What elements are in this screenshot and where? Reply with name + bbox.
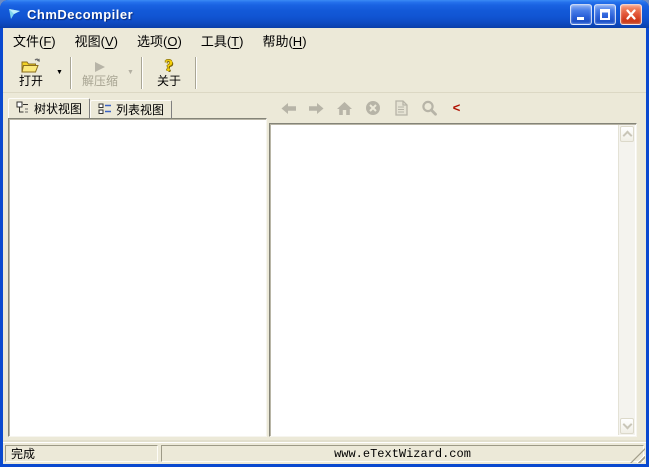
tree-view-icon bbox=[16, 101, 30, 117]
forward-icon bbox=[308, 100, 325, 116]
content-area: 树状视图 列表视图 < bbox=[3, 93, 646, 442]
status-website-cell: www.eTextWizard.com bbox=[161, 445, 644, 462]
window-title: ChmDecompiler bbox=[27, 7, 570, 22]
client-area: 文件(F) 视图(V) 选项(O) 工具(T)帮助(H) 打开 ▼ bbox=[3, 28, 646, 464]
maximize-icon bbox=[598, 8, 612, 21]
close-button[interactable] bbox=[620, 4, 642, 25]
menubar: 文件(F) 视图(V) 选项(O) 工具(T)帮助(H) bbox=[3, 28, 646, 53]
home-icon bbox=[336, 100, 353, 116]
minimize-button[interactable] bbox=[570, 4, 592, 25]
extract-button: 解压缩 bbox=[76, 54, 124, 91]
open-button[interactable]: 打开 bbox=[9, 54, 53, 91]
toolbar-separator bbox=[141, 57, 143, 89]
help-question-icon: ? bbox=[165, 56, 174, 74]
close-icon bbox=[624, 8, 638, 21]
window-controls bbox=[570, 4, 642, 25]
open-folder-icon bbox=[20, 56, 42, 74]
browser-view-panel[interactable] bbox=[269, 123, 637, 437]
about-button-label: 关于 bbox=[157, 74, 181, 88]
sync-toc-icon[interactable]: < bbox=[448, 100, 465, 116]
tab-label: 列表视图 bbox=[116, 101, 164, 118]
extract-dropdown-arrow: ▼ bbox=[124, 54, 137, 91]
scroll-up-button bbox=[620, 126, 634, 142]
extract-button-label: 解压缩 bbox=[82, 74, 118, 88]
maximize-button[interactable] bbox=[594, 4, 616, 25]
tab-label: 树状视图 bbox=[34, 100, 82, 117]
extract-play-icon bbox=[92, 56, 108, 74]
tab-list-view[interactable]: 列表视图 bbox=[90, 100, 172, 118]
menu-item-view[interactable]: 视图(V) bbox=[69, 28, 124, 53]
website-text: www.eTextWizard.com bbox=[334, 447, 471, 461]
status-message-cell: 完成 bbox=[5, 445, 158, 462]
status-text: 完成 bbox=[11, 445, 35, 462]
open-button-label: 打开 bbox=[19, 74, 43, 88]
left-panel: 树状视图 列表视图 bbox=[8, 98, 267, 437]
titlebar[interactable]: ChmDecompiler bbox=[0, 0, 649, 28]
document-icon bbox=[392, 100, 409, 116]
scroll-down-button bbox=[620, 418, 634, 434]
menu-item-options[interactable]: 选项(O) bbox=[131, 28, 188, 53]
about-button[interactable]: ? 关于 bbox=[147, 54, 191, 91]
app-icon bbox=[7, 6, 23, 22]
browser-toolbar: < bbox=[269, 93, 637, 123]
menu-item-tools[interactable]: 工具(T) bbox=[195, 28, 250, 53]
search-icon bbox=[420, 100, 437, 116]
minimize-icon bbox=[574, 8, 588, 21]
view-tabs: 树状视图 列表视图 bbox=[8, 98, 267, 118]
toolbar-separator bbox=[195, 57, 197, 89]
menu-item-help[interactable]: 帮助(H) bbox=[256, 28, 312, 53]
open-dropdown-arrow[interactable]: ▼ bbox=[53, 54, 66, 91]
back-icon bbox=[280, 100, 297, 116]
toolbar: 打开 ▼ 解压缩 ▼ ? 关于 bbox=[3, 53, 646, 93]
tree-view-panel[interactable] bbox=[8, 118, 267, 437]
app-window: ChmDecompiler 文件(F)视图(V)选项(O)工 bbox=[0, 0, 649, 467]
tab-tree-view[interactable]: 树状视图 bbox=[8, 98, 90, 118]
stop-icon bbox=[364, 100, 381, 116]
vertical-scrollbar bbox=[618, 125, 635, 435]
statusbar: 完成 www.eTextWizard.com bbox=[3, 442, 646, 464]
right-panel: < bbox=[269, 93, 637, 437]
list-view-icon bbox=[98, 102, 112, 118]
menu-item-file[interactable]: 文件(F) bbox=[7, 28, 62, 53]
toolbar-separator bbox=[70, 57, 72, 89]
